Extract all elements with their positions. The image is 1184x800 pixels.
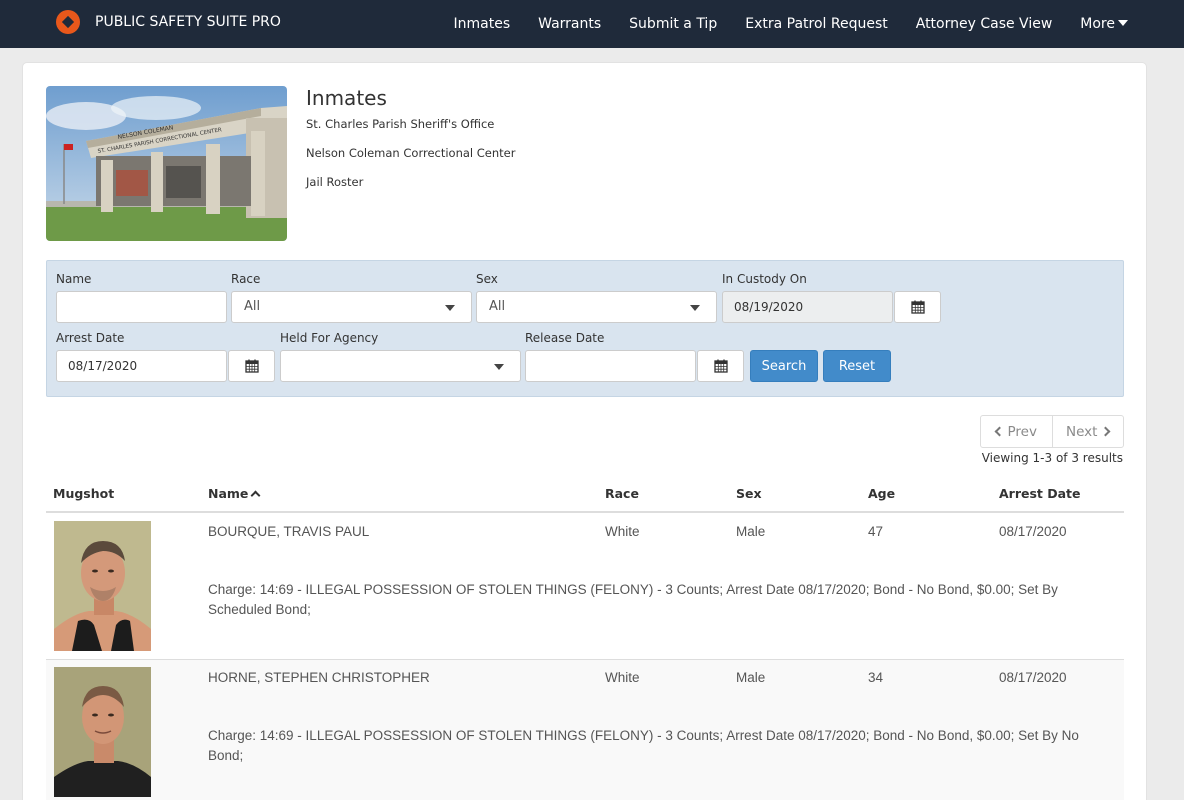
nav-link-warrants[interactable]: Warrants <box>538 16 601 32</box>
inmate-arrest-date: 08/17/2020 <box>999 524 1067 539</box>
inmate-name[interactable]: HORNE, STEPHEN CHRISTOPHER <box>208 670 430 685</box>
brand-logo-icon <box>56 10 80 34</box>
facility-name: Nelson Coleman Correctional Center <box>306 146 516 160</box>
inmate-name[interactable]: BOURQUE, TRAVIS PAUL <box>208 524 369 539</box>
reset-button[interactable]: Reset <box>823 350 891 382</box>
brand-name: PUBLIC SAFETY SUITE PRO <box>95 14 281 30</box>
release-date-label: Release Date <box>525 331 605 345</box>
inmate-charge: Charge: 14:69 - ILLEGAL POSSESSION OF ST… <box>208 728 1079 763</box>
arrest-calendar-button[interactable] <box>228 350 275 382</box>
inmate-arrest-date: 08/17/2020 <box>999 670 1067 685</box>
sex-label: Sex <box>476 272 498 286</box>
calendar-icon <box>244 359 259 373</box>
inmate-race: White <box>605 670 640 685</box>
caret-down-icon <box>494 364 504 370</box>
chevron-left-icon <box>994 426 1004 437</box>
nav-more-dropdown[interactable]: More <box>1080 16 1128 32</box>
nav-link-inmates[interactable]: Inmates <box>454 16 511 32</box>
nav-link-submit-tip[interactable]: Submit a Tip <box>629 16 717 32</box>
mugshot-photo[interactable] <box>54 521 151 651</box>
nav-link-attorney-case-view[interactable]: Attorney Case View <box>916 16 1053 32</box>
column-header-name-label: Name <box>208 486 249 501</box>
column-header-age[interactable]: Age <box>868 486 895 501</box>
sort-ascending-icon <box>250 490 261 501</box>
release-calendar-button[interactable] <box>697 350 744 382</box>
agency-name: St. Charles Parish Sheriff's Office <box>306 117 495 131</box>
arrest-date-input[interactable]: 08/17/2020 <box>56 350 227 382</box>
caret-down-icon <box>690 305 700 311</box>
mugshot-image <box>54 667 151 797</box>
race-label: Race <box>231 272 261 286</box>
inmate-sex: Male <box>736 670 766 685</box>
column-header-mugshot: Mugshot <box>53 486 115 501</box>
nav-links: Inmates Warrants Submit a Tip Extra Patr… <box>426 0 1128 48</box>
column-header-race[interactable]: Race <box>605 486 639 501</box>
facility-photo: NELSON COLEMAN ST. CHARLES PARISH CORREC… <box>46 86 287 241</box>
page-header: Inmates St. Charles Parish Sheriff's Off… <box>306 86 515 193</box>
main-card: NELSON COLEMAN ST. CHARLES PARISH CORREC… <box>22 62 1147 800</box>
race-select-value: All <box>244 299 261 314</box>
column-header-sex[interactable]: Sex <box>736 486 762 501</box>
held-for-agency-select[interactable] <box>280 350 521 382</box>
filter-panel: Name Race All Sex All In Custody On 08/1… <box>46 260 1124 397</box>
release-date-input[interactable] <box>525 350 696 382</box>
search-button[interactable]: Search <box>750 350 818 382</box>
table-row[interactable]: HORNE, STEPHEN CHRISTOPHER White Male 34… <box>46 660 1124 800</box>
prev-label: Prev <box>1007 423 1037 440</box>
name-label: Name <box>56 272 92 286</box>
arrest-date-label: Arrest Date <box>56 331 125 345</box>
roster-label: Jail Roster <box>306 175 364 189</box>
page-title: Inmates <box>306 86 387 110</box>
nav-link-extra-patrol[interactable]: Extra Patrol Request <box>745 16 888 32</box>
inmate-sex: Male <box>736 524 766 539</box>
facility-photo-image: NELSON COLEMAN ST. CHARLES PARISH CORREC… <box>46 86 287 241</box>
next-page-button[interactable]: Next <box>1051 416 1124 447</box>
inmate-age: 47 <box>868 524 884 539</box>
mugshot-photo[interactable] <box>54 667 151 797</box>
column-header-arrest-date[interactable]: Arrest Date <box>999 486 1081 501</box>
inmate-age: 34 <box>868 670 884 685</box>
caret-down-icon <box>1118 20 1128 26</box>
top-navbar: PUBLIC SAFETY SUITE PRO Inmates Warrants… <box>0 0 1184 48</box>
name-input[interactable] <box>56 291 227 323</box>
race-select[interactable]: All <box>231 291 472 323</box>
sex-select-value: All <box>489 299 506 314</box>
calendar-icon <box>713 359 728 373</box>
sex-select[interactable]: All <box>476 291 717 323</box>
inmate-race: White <box>605 524 640 539</box>
column-header-name[interactable]: Name <box>208 486 261 501</box>
custody-label: In Custody On <box>722 272 807 286</box>
custody-calendar-button[interactable] <box>894 291 941 323</box>
results-count: Viewing 1-3 of 3 results <box>981 451 1123 465</box>
mugshot-image <box>54 521 151 651</box>
table-row[interactable]: BOURQUE, TRAVIS PAUL White Male 47 08/17… <box>46 513 1124 659</box>
pagination: Prev Next <box>980 415 1124 448</box>
inmate-charge: Charge: 14:69 - ILLEGAL POSSESSION OF ST… <box>208 582 1058 617</box>
brand[interactable]: PUBLIC SAFETY SUITE PRO <box>56 10 281 34</box>
held-for-agency-label: Held For Agency <box>280 331 379 345</box>
caret-down-icon <box>445 305 455 311</box>
nav-more-label: More <box>1080 16 1115 32</box>
calendar-icon <box>910 300 925 314</box>
prev-page-button[interactable]: Prev <box>981 416 1052 447</box>
chevron-right-icon <box>1101 426 1111 437</box>
custody-date-input[interactable]: 08/19/2020 <box>722 291 893 323</box>
next-label: Next <box>1066 423 1098 440</box>
